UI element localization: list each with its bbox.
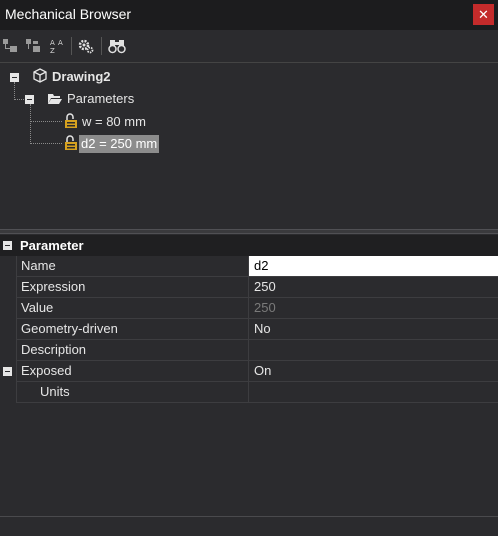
collapse-toggle[interactable] bbox=[3, 367, 12, 376]
toolbar: A Z A bbox=[0, 30, 498, 63]
toolbar-separator bbox=[101, 37, 102, 55]
collapse-toggle[interactable] bbox=[3, 241, 12, 250]
close-icon: ✕ bbox=[478, 7, 489, 22]
tree-node-label: Parameters bbox=[67, 91, 135, 106]
window-title: Mechanical Browser bbox=[5, 6, 132, 22]
svg-text:A: A bbox=[50, 39, 55, 47]
browser-tree: Drawing2 Parameters w = 80 mm d2 = 250 m… bbox=[0, 63, 498, 229]
property-row-name[interactable]: Name d2 bbox=[0, 256, 498, 277]
expand-tree-button[interactable] bbox=[25, 37, 43, 55]
title-bar: Mechanical Browser ✕ bbox=[0, 0, 498, 30]
property-name: Value bbox=[16, 298, 249, 319]
settings-gear-icon bbox=[78, 39, 94, 54]
property-row-description[interactable]: Description bbox=[0, 340, 498, 361]
tree-connector bbox=[14, 82, 15, 100]
svg-text:A: A bbox=[58, 39, 63, 47]
status-bar bbox=[0, 516, 498, 536]
drawing-cube-icon bbox=[33, 68, 47, 83]
category-label: Parameter bbox=[20, 238, 84, 253]
tree-item-label: w = 80 mm bbox=[82, 114, 146, 129]
collapse-tree-button[interactable] bbox=[2, 37, 20, 55]
svg-text:Z: Z bbox=[50, 47, 55, 55]
property-row-units[interactable]: Units bbox=[0, 382, 498, 403]
property-name: Expression bbox=[16, 277, 249, 298]
property-name: Exposed bbox=[16, 361, 249, 382]
collapse-toggle[interactable] bbox=[10, 73, 19, 82]
property-value-input[interactable]: d2 bbox=[249, 256, 498, 277]
tree-connector bbox=[30, 143, 62, 144]
property-row-expression[interactable]: Expression 250 bbox=[0, 277, 498, 298]
property-value: 250 bbox=[249, 298, 498, 319]
parameter-lock-icon bbox=[65, 113, 77, 128]
sort-az-icon: A Z A bbox=[50, 39, 63, 55]
parameter-lock-icon bbox=[65, 135, 77, 150]
property-value[interactable]: On bbox=[249, 361, 498, 382]
category-header[interactable]: Parameter bbox=[0, 235, 498, 256]
panel-splitter[interactable] bbox=[0, 229, 498, 234]
tree-item-label: d2 = 250 mm bbox=[79, 135, 160, 153]
open-folder-icon bbox=[48, 94, 62, 104]
property-row-exposed[interactable]: Exposed On bbox=[0, 361, 498, 382]
property-name: Description bbox=[16, 340, 249, 361]
settings-button[interactable] bbox=[77, 37, 95, 55]
collapse-tree-icon bbox=[3, 39, 17, 52]
tree-connector bbox=[14, 99, 24, 100]
tree-connector bbox=[30, 104, 31, 144]
collapse-toggle[interactable] bbox=[25, 95, 34, 104]
property-name: Geometry-driven bbox=[16, 319, 249, 340]
property-value[interactable] bbox=[249, 340, 498, 361]
property-row-geometry-driven[interactable]: Geometry-driven No bbox=[0, 319, 498, 340]
property-value[interactable] bbox=[249, 382, 498, 403]
expand-tree-icon bbox=[26, 39, 40, 52]
binoculars-search-icon bbox=[108, 40, 126, 54]
property-value[interactable]: No bbox=[249, 319, 498, 340]
property-row-value: Value 250 bbox=[0, 298, 498, 319]
toolbar-separator bbox=[71, 37, 72, 55]
close-button[interactable]: ✕ bbox=[473, 4, 494, 25]
sort-button[interactable]: A Z A bbox=[48, 37, 66, 55]
property-value[interactable]: 250 bbox=[249, 277, 498, 298]
property-name: Name bbox=[16, 256, 249, 277]
tree-node-label: Drawing2 bbox=[52, 69, 111, 84]
property-name: Units bbox=[16, 382, 249, 403]
search-button[interactable] bbox=[108, 37, 126, 55]
tree-connector bbox=[30, 121, 62, 122]
